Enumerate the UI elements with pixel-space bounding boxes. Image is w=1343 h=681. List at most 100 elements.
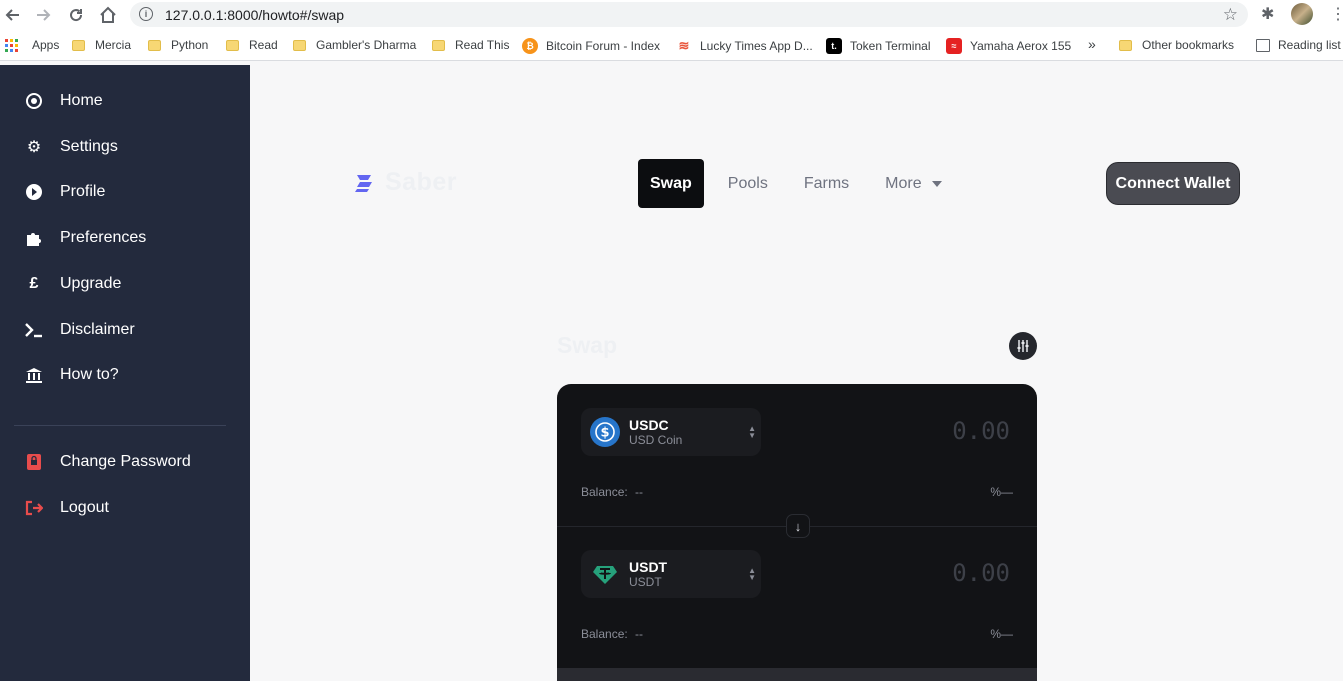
sidebar-item-profile[interactable]: Profile: [24, 180, 105, 204]
bookmark-token-terminal[interactable]: t. Token Terminal: [826, 38, 930, 54]
sidebar-item-label: Upgrade: [60, 275, 122, 292]
star-icon[interactable]: ☆: [1223, 5, 1238, 25]
sidebar-item-preferences[interactable]: Preferences: [24, 226, 146, 250]
sidebar-item-label: Change Password: [60, 453, 191, 470]
yamaha-icon: ≈: [946, 38, 962, 54]
reload-icon[interactable]: [64, 3, 88, 27]
sidebar-item-label: Disclaimer: [60, 321, 135, 338]
back-icon[interactable]: [1, 3, 25, 27]
connect-wallet-button[interactable]: Connect Wallet: [1106, 162, 1240, 205]
reading-list-icon: [1256, 38, 1270, 52]
logo-text: Saber: [385, 168, 457, 196]
balance-label: Balance:: [581, 485, 628, 499]
overflow-chevron-icon: »: [1088, 36, 1096, 52]
to-amount-input[interactable]: 0.00: [952, 559, 1010, 587]
sidebar-item-label: Settings: [60, 138, 118, 155]
sidebar-item-change-password[interactable]: Change Password: [24, 450, 191, 474]
tab-swap[interactable]: Swap: [638, 159, 704, 208]
balance-label: Balance:: [581, 627, 628, 641]
sidebar: Home ⚙ Settings Profile Preferences £ Up…: [0, 65, 250, 681]
from-token-select[interactable]: $ USDC USD Coin ▲ ▼: [581, 408, 761, 456]
avatar[interactable]: [1291, 3, 1313, 25]
sidebar-item-settings[interactable]: ⚙ Settings: [24, 135, 118, 159]
terminal-icon: [24, 322, 44, 338]
bookmark-label: Read This: [455, 38, 510, 52]
bookmark-gamblers-dharma[interactable]: Gambler's Dharma: [293, 38, 416, 52]
bookmarks-overflow-button[interactable]: »: [1088, 36, 1096, 52]
sidebar-item-label: Profile: [60, 183, 106, 200]
home-icon[interactable]: [96, 3, 120, 27]
folder-icon: [226, 39, 239, 51]
sidebar-item-label: How to?: [60, 366, 119, 383]
bank-icon: [24, 366, 44, 384]
sidebar-item-logout[interactable]: Logout: [24, 496, 109, 520]
bookmark-label: Gambler's Dharma: [316, 38, 417, 52]
main-nav: Swap Pools Farms More: [638, 159, 966, 208]
info-icon[interactable]: i: [139, 7, 153, 21]
play-circle-icon: [24, 183, 44, 201]
sidebar-item-how-to[interactable]: How to?: [24, 363, 119, 387]
token-terminal-icon: t.: [826, 38, 842, 54]
sidebar-item-label: Home: [60, 92, 103, 109]
sidebar-divider: [14, 425, 226, 426]
balance-value: --: [635, 485, 644, 499]
bookmark-apps[interactable]: Apps: [5, 38, 59, 52]
bookmark-read[interactable]: Read: [226, 38, 278, 52]
swap-settings-button[interactable]: [1009, 332, 1037, 360]
menu-icon[interactable]: ⋮: [1330, 4, 1343, 24]
tab-label: Farms: [803, 174, 850, 192]
bookmarks-bar: Apps Mercia Python Read Gambler's Dharma…: [0, 30, 1343, 61]
from-percent: %—: [990, 485, 1013, 499]
browser-toolbar: i 127.0.0.1:8000/howto#/swap ☆ ✱ ⋮: [0, 0, 1343, 30]
bookmark-bitcoin-forum[interactable]: ₿ Bitcoin Forum - Index: [522, 38, 660, 54]
switch-direction-button[interactable]: ↓: [786, 514, 810, 538]
token-name: USD Coin: [629, 433, 683, 447]
bookmark-label: Yamaha Aerox 155: [970, 39, 1072, 53]
to-percent: %—: [990, 627, 1013, 641]
from-amount-input[interactable]: 0.00: [952, 417, 1010, 445]
tab-farms[interactable]: Farms: [792, 159, 861, 208]
bookmark-label: Other bookmarks: [1142, 38, 1235, 52]
bookmark-mercia[interactable]: Mercia: [72, 38, 131, 52]
saber-logo[interactable]: Saber: [353, 168, 457, 197]
sliders-icon: [1017, 340, 1029, 352]
lucky-times-icon: ≋: [676, 38, 692, 54]
bookmark-python[interactable]: Python: [148, 38, 208, 52]
folder-icon: [72, 39, 85, 51]
forward-icon[interactable]: [31, 3, 55, 27]
bookmark-label: Lucky Times App D...: [700, 39, 813, 53]
token-name: USDT: [629, 575, 662, 589]
folder-icon: [432, 39, 445, 51]
bookmark-yamaha[interactable]: ≈ Yamaha Aerox 155: [946, 38, 1071, 54]
tab-label: Pools: [727, 174, 768, 192]
lock-book-icon: [24, 453, 44, 471]
bookmark-other[interactable]: Other bookmarks: [1119, 38, 1234, 52]
from-balance: Balance: --: [581, 485, 643, 499]
url-text: 127.0.0.1:8000/howto#/swap: [165, 6, 345, 23]
bookmark-read-this[interactable]: Read This: [432, 38, 509, 52]
sidebar-item-disclaimer[interactable]: Disclaimer: [24, 318, 135, 342]
tab-more[interactable]: More: [873, 159, 953, 208]
swap-title: Swap: [557, 332, 618, 358]
bookmark-label: Token Terminal: [850, 39, 931, 53]
sidebar-item-label: Preferences: [60, 229, 147, 246]
card-footer: [557, 668, 1037, 681]
folder-icon: [293, 39, 306, 51]
connect-wallet-label: Connect Wallet: [1115, 174, 1231, 192]
puzzle-icon: [24, 229, 44, 247]
address-bar[interactable]: i 127.0.0.1:8000/howto#/swap ☆: [130, 2, 1248, 27]
balance-value: --: [635, 627, 644, 641]
to-balance: Balance: --: [581, 627, 643, 641]
tab-pools[interactable]: Pools: [716, 159, 780, 208]
sidebar-item-home[interactable]: Home: [24, 89, 103, 113]
swap-card: $ USDC USD Coin ▲ ▼ 0.00 Balance: -- %— ↓…: [557, 384, 1037, 681]
bookmark-label: Apps: [32, 38, 60, 52]
bookmark-label: Mercia: [95, 38, 132, 52]
to-token-select[interactable]: USDT USDT ▲ ▼: [581, 550, 761, 598]
sidebar-item-upgrade[interactable]: £ Upgrade: [24, 272, 122, 296]
sidebar-item-label: Logout: [60, 499, 109, 516]
bookmark-lucky-times[interactable]: ≋ Lucky Times App D...: [676, 38, 813, 54]
bookmark-reading-list[interactable]: Reading list: [1256, 38, 1341, 52]
sort-arrows-icon: ▲ ▼: [748, 424, 756, 440]
extensions-icon[interactable]: ✱: [1261, 4, 1274, 24]
